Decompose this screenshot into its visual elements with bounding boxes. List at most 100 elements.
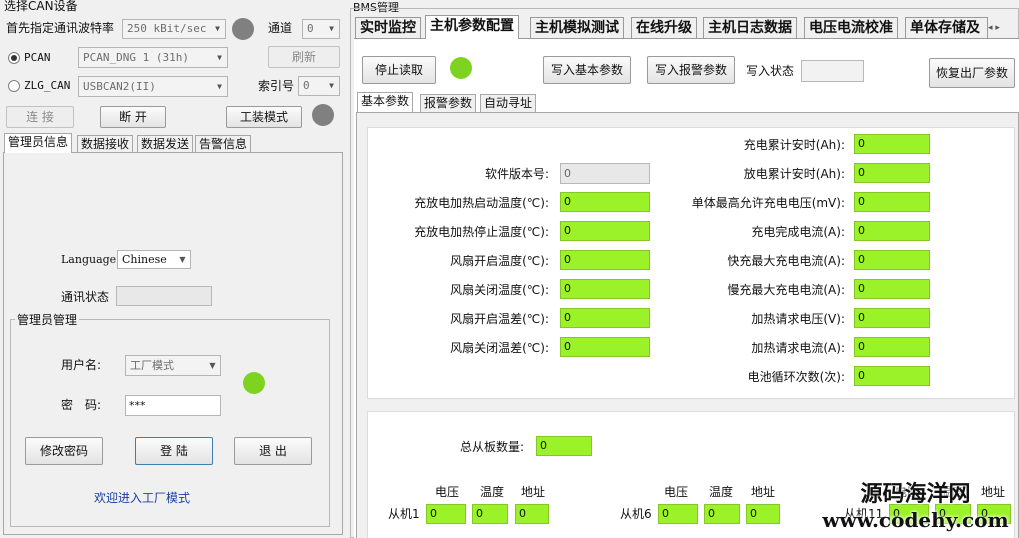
write-status-field xyxy=(801,60,864,82)
tab-label: 单体存储及 xyxy=(910,20,980,36)
zlg-radio[interactable] xyxy=(8,80,20,92)
subtab-auto-address[interactable]: 自动寻址 xyxy=(480,94,537,112)
can-device-title: 选择CAN设备 xyxy=(4,0,78,13)
heat-request-current-label: 加热请求电流(A): xyxy=(751,341,845,355)
slave-1-voltage-input[interactable]: 0 xyxy=(426,504,466,524)
slave-1-address-input[interactable]: 0 xyxy=(515,504,549,524)
tab-online-upgrade[interactable]: 在线升级 xyxy=(631,17,697,38)
field-value: 0 xyxy=(564,282,571,295)
slave-1-temp-input[interactable]: 0 xyxy=(472,504,508,524)
tab-label: 告警信息 xyxy=(199,137,248,151)
slave-6-label: 从机6 xyxy=(620,507,652,521)
tab-label: 管理员信息 xyxy=(8,135,69,149)
stop-read-button[interactable]: 停止读取 xyxy=(362,56,436,84)
subtab-alarm-params[interactable]: 报警参数 xyxy=(420,94,477,112)
software-version-value: 0 xyxy=(564,167,571,180)
pcan-label: PCAN xyxy=(24,51,51,64)
heat-start-temp-label: 充放电加热启动温度(℃): xyxy=(414,196,549,210)
change-password-button[interactable]: 修改密码 xyxy=(25,437,103,465)
tab-label: 主机日志数据 xyxy=(708,20,792,36)
zlg-device-select[interactable]: USBCAN2(II) ▼ xyxy=(78,76,228,97)
discharge-ah-input[interactable]: 0 xyxy=(854,163,930,183)
col-header-temp: 温度 xyxy=(709,485,734,499)
tab-voltage-calib[interactable]: 电压电流校准 xyxy=(804,17,898,38)
factory-mode-button[interactable]: 工装模式 xyxy=(226,106,302,128)
slave-6-address-input[interactable]: 0 xyxy=(746,504,780,524)
slave-total-input[interactable]: 0 xyxy=(536,436,592,456)
col-header-temp: 温度 xyxy=(480,485,505,499)
disconnect-button[interactable]: 断 开 xyxy=(100,106,166,128)
tab-data-receive[interactable]: 数据接收 xyxy=(77,135,134,153)
baud-rate-select[interactable]: 250 kBit/sec ▼ xyxy=(122,19,226,39)
charge-done-current-input[interactable]: 0 xyxy=(854,221,930,241)
tab-data-send[interactable]: 数据发送 xyxy=(137,135,194,153)
pcan-device-select[interactable]: PCAN_DNG 1 (31h) ▼ xyxy=(78,47,228,68)
tab-label: 主机参数配置 xyxy=(430,18,514,34)
login-button[interactable]: 登 陆 xyxy=(135,437,213,465)
index-value: 0 xyxy=(303,79,310,92)
heat-start-temp-input[interactable]: 0 xyxy=(560,192,650,212)
fan-off-temp-input[interactable]: 0 xyxy=(560,279,650,299)
tab-host-sim-test[interactable]: 主机模拟测试 xyxy=(530,17,624,38)
slave-total-label: 总从板数量: xyxy=(460,440,525,454)
slave-6-voltage-input[interactable]: 0 xyxy=(658,504,698,524)
password-input[interactable]: *** xyxy=(125,395,221,416)
write-basic-params-button[interactable]: 写入基本参数 xyxy=(543,56,631,84)
admin-management-group: 管理员管理 用户名: 工厂模式 ▼ 密 码: *** 修改密码 登 陆 退 出 … xyxy=(10,312,330,527)
tab-admin-info[interactable]: 管理员信息 xyxy=(4,133,73,153)
field-value: 0 xyxy=(519,507,526,520)
index-select[interactable]: 0 ▼ xyxy=(298,76,340,96)
heat-stop-temp-input[interactable]: 0 xyxy=(560,221,650,241)
slave-6-temp-input[interactable]: 0 xyxy=(704,504,740,524)
channel-label: 通道 xyxy=(268,21,293,35)
channel-select[interactable]: 0 ▼ xyxy=(302,19,340,39)
fan-on-temp-input[interactable]: 0 xyxy=(560,250,650,270)
can-device-group: 选择CAN设备 首先指定通讯波特率 250 kBit/sec ▼ 通道 0 ▼ … xyxy=(0,0,346,133)
fan-off-diff-input[interactable]: 0 xyxy=(560,337,650,357)
tab-realtime-monitor[interactable]: 实时监控 xyxy=(355,17,421,38)
tab-cell-storage[interactable]: 单体存储及 xyxy=(905,17,988,38)
fast-charge-max-input[interactable]: 0 xyxy=(854,250,930,270)
tab-label: 在线升级 xyxy=(636,20,692,36)
admin-info-panel: Language Chinese ▼ 通讯状态 管理员管理 用户名: 工厂模式 … xyxy=(3,152,343,535)
tab-scroll-arrows[interactable]: ◂ ▸ xyxy=(988,19,1019,37)
tab-label: 基本参数 xyxy=(361,94,410,108)
cell-max-voltage-input[interactable]: 0 xyxy=(854,192,930,212)
refresh-button[interactable]: 刷新 xyxy=(268,46,340,68)
field-value: 0 xyxy=(662,507,669,520)
field-value: 0 xyxy=(858,253,865,266)
tab-alarm-info[interactable]: 告警信息 xyxy=(195,135,252,153)
tab-label: 数据发送 xyxy=(141,137,190,151)
charge-ah-input[interactable]: 0 xyxy=(854,134,930,154)
heat-stop-temp-label: 充放电加热停止温度(℃): xyxy=(414,225,549,239)
slow-charge-max-input[interactable]: 0 xyxy=(854,279,930,299)
username-label: 用户名: xyxy=(61,358,102,372)
connect-button[interactable]: 连 接 xyxy=(6,106,74,128)
charge-done-current-label: 充电完成电流(A): xyxy=(751,225,845,239)
field-value: 0 xyxy=(540,439,547,452)
write-alarm-params-button[interactable]: 写入报警参数 xyxy=(647,56,735,84)
field-value: 0 xyxy=(708,507,715,520)
channel-value: 0 xyxy=(307,22,314,35)
fan-on-diff-input[interactable]: 0 xyxy=(560,308,650,328)
fast-charge-max-label: 快充最大充电电流(A): xyxy=(727,254,845,268)
tab-host-log[interactable]: 主机日志数据 xyxy=(703,17,797,38)
watermark: 源码海洋网 www.codehy.com xyxy=(812,482,1019,538)
username-select[interactable]: 工厂模式 ▼ xyxy=(125,355,221,376)
subtab-basic-params[interactable]: 基本参数 xyxy=(357,92,414,112)
zlg-device-value: USBCAN2(II) xyxy=(83,80,156,93)
tab-host-param-config[interactable]: 主机参数配置 xyxy=(425,15,519,39)
field-value: 0 xyxy=(564,340,571,353)
basic-params-area: 软件版本号: 0 充放电加热启动温度(℃): 0 充放电加热停止温度(℃): 0… xyxy=(356,112,1019,538)
logout-button[interactable]: 退 出 xyxy=(234,437,312,465)
cycle-count-input[interactable]: 0 xyxy=(854,366,930,386)
restore-factory-button[interactable]: 恢复出厂参数 xyxy=(929,58,1015,88)
heat-request-current-input[interactable]: 0 xyxy=(854,337,930,357)
heat-request-voltage-input[interactable]: 0 xyxy=(854,308,930,328)
pcan-radio[interactable] xyxy=(8,52,20,64)
fan-off-temp-label: 风扇关闭温度(℃): xyxy=(450,283,549,297)
field-value: 0 xyxy=(430,507,437,520)
language-select[interactable]: Chinese ▼ xyxy=(117,250,191,269)
heat-request-voltage-label: 加热请求电压(V): xyxy=(751,312,845,326)
field-value: 0 xyxy=(858,311,865,324)
